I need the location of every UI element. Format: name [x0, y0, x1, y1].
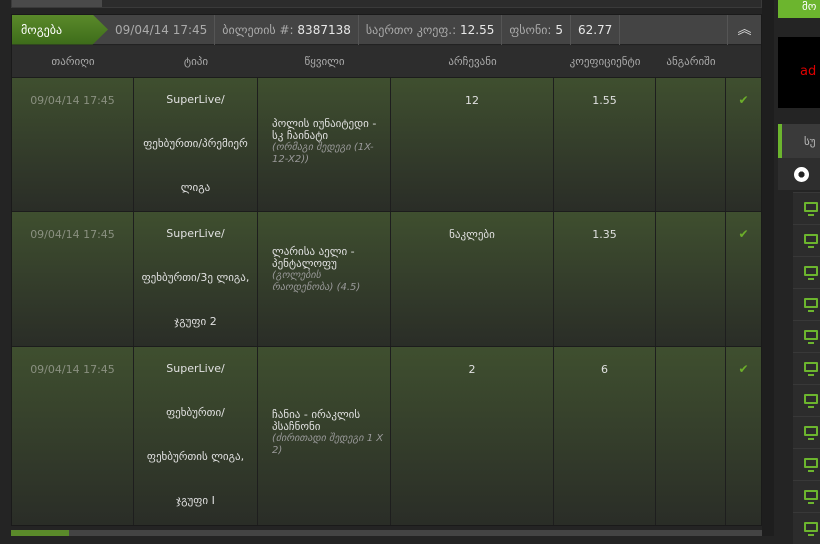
row-event: ლარისა აელი - პენტალოფუ (გოლების რაოდენო…	[258, 212, 391, 346]
row-type: SuperLive/ ფეხბურთი/პრემიერ ლიგა	[134, 78, 258, 211]
check-icon: ✔	[738, 362, 749, 376]
payout-value: 62.77	[577, 22, 613, 37]
row-type: SuperLive/ ფეხბურთი/3ე ლიგა, ჯგუფი 2	[134, 212, 258, 346]
live-tv-icon[interactable]	[793, 416, 820, 448]
live-tv-icon[interactable]	[793, 224, 820, 256]
ticket-number-value: 8387138	[297, 22, 351, 37]
col-event: წყვილი	[304, 55, 345, 68]
scrollbar[interactable]	[762, 0, 774, 536]
row-date: 09/04/14 17:45	[12, 347, 134, 525]
stake-label: ფსონი:	[509, 22, 552, 37]
row-odds: 1.55	[554, 78, 656, 211]
row-pick: 2	[391, 347, 554, 525]
soccer-ball-icon[interactable]	[778, 158, 820, 190]
live-tv-icon[interactable]	[793, 320, 820, 352]
event-name: ჩანია - ირაკლის პსაჩნონი	[272, 408, 361, 433]
type-line: ფეხბურთი/პრემიერ	[143, 137, 248, 150]
stake: ფსონი: 5	[502, 14, 571, 45]
event-market: (გოლების რაოდენობა) (4.5)	[272, 270, 361, 293]
col-odds: კოეფიციენტი	[569, 55, 641, 68]
type-line: SuperLive/	[166, 227, 225, 240]
ticket-header[interactable]: მოგება 09/04/14 17:45 ბილეთის #: 8387138…	[12, 14, 761, 45]
row-odds: 6	[554, 347, 656, 525]
stake-value: 5	[555, 22, 563, 37]
column-headers: თარიღი ტიპი წყვილი არჩევანი კოეფიციენტი …	[12, 46, 761, 77]
row-score	[656, 212, 726, 346]
row-odds: 1.35	[554, 212, 656, 346]
live-tv-icon[interactable]	[793, 256, 820, 288]
ad-banner[interactable]: ad	[778, 37, 820, 108]
next-ticket-header[interactable]	[11, 530, 762, 536]
sidebar-top-button[interactable]: მო	[778, 0, 820, 18]
sidebar-tab[interactable]: სუ	[778, 124, 820, 158]
col-pick: არჩევანი	[448, 55, 497, 68]
live-tv-icon[interactable]	[793, 384, 820, 416]
table-row: 09/04/14 17:45 SuperLive/ ფეხბურთი/ ფეხბ…	[12, 346, 761, 525]
type-line: ფეხბურთი/	[166, 406, 225, 419]
type-line: SuperLive/	[166, 362, 225, 375]
previous-ticket-panel	[11, 0, 762, 8]
ticket-number-label: ბილეთის #:	[222, 22, 294, 37]
table-row: 09/04/14 17:45 SuperLive/ ფეხბურთი/პრემი…	[12, 77, 761, 211]
type-line: ჯგუფი I	[176, 494, 215, 507]
row-event: პოლის იუნაიტედი - სკ ჩაინატი (ორმაგი შედ…	[258, 78, 391, 211]
live-tv-icon[interactable]	[793, 352, 820, 384]
event-name: ლარისა აელი - პენტალოფუ	[272, 245, 355, 270]
col-score: ანგარიში	[666, 55, 716, 68]
table-row: 09/04/14 17:45 SuperLive/ ფეხბურთი/3ე ლი…	[12, 211, 761, 346]
live-tv-icon[interactable]	[793, 512, 820, 544]
row-event: ჩანია - ირაკლის პსაჩნონი (ძირითადი შედეგ…	[258, 347, 391, 525]
col-date: თარიღი	[51, 55, 95, 68]
row-date: 09/04/14 17:45	[12, 212, 134, 346]
type-line: ფეხბურთი/3ე ლიგა,	[141, 271, 250, 284]
event-market: (ძირითადი შედეგი 1 X 2)	[272, 433, 384, 456]
payout: 62.77	[571, 14, 621, 45]
ticket-datetime: 09/04/14 17:45	[108, 14, 216, 45]
row-date: 09/04/14 17:45	[12, 78, 134, 211]
row-score	[656, 78, 726, 211]
total-odds-value: 12.55	[459, 22, 495, 37]
type-line: ჯგუფი 2	[174, 315, 217, 328]
type-line: ლიგა	[180, 181, 211, 194]
total-odds-label: საერთო კოეფ.:	[365, 22, 457, 37]
row-score	[656, 347, 726, 525]
check-icon: ✔	[738, 93, 749, 107]
total-odds: საერთო კოეფ.: 12.55	[359, 14, 503, 45]
collapse-chevron-icon[interactable]: ︽	[727, 15, 761, 45]
live-tv-icon[interactable]	[793, 480, 820, 512]
status-badge: მოგება	[12, 14, 108, 45]
live-tv-icon[interactable]	[793, 448, 820, 480]
row-pick: ნაკლები	[391, 212, 554, 346]
live-tv-icon[interactable]	[793, 288, 820, 320]
ticket-number: ბილეთის #: 8387138	[215, 14, 359, 45]
live-tv-icon[interactable]	[793, 192, 820, 224]
ticket-panel: მოგება 09/04/14 17:45 ბილეთის #: 8387138…	[11, 14, 762, 526]
row-type: SuperLive/ ფეხბურთი/ ფეხბურთის ლიგა, ჯგუ…	[134, 347, 258, 525]
col-type: ტიპი	[183, 55, 209, 68]
event-market: (ორმაგი შედეგი (1X-12-X2))	[272, 142, 374, 165]
row-pick: 12	[391, 78, 554, 211]
type-line: SuperLive/	[166, 93, 225, 106]
check-icon: ✔	[738, 227, 749, 241]
event-name: პოლის იუნაიტედი - სკ ჩაინატი	[272, 117, 377, 142]
type-line: ფეხბურთის ლიგა,	[146, 450, 245, 463]
